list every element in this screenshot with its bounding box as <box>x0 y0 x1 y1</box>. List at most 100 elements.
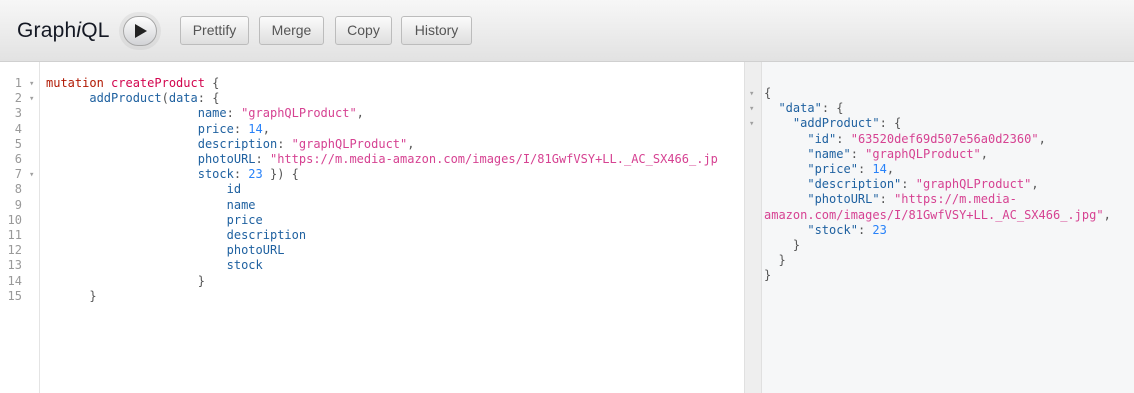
code-token: : <box>901 177 916 192</box>
app-title-prefix: Graph <box>17 19 77 42</box>
code-line: name <box>46 198 256 213</box>
code-token: createProduct <box>111 76 205 90</box>
code-line: description <box>46 228 306 243</box>
line-number: 6 <box>14 152 22 166</box>
code-token: "id" <box>807 131 837 146</box>
history-button[interactable]: History <box>401 16 472 45</box>
code-token: description <box>197 136 278 151</box>
code-token: "data" <box>778 101 822 116</box>
code-token: 14 <box>872 162 887 176</box>
code-token: "photoURL" <box>807 192 880 207</box>
pane-divider[interactable]: ▾ ▾ ▾ <box>744 62 762 393</box>
line-number: 1 <box>14 76 22 90</box>
code-token: } <box>792 238 801 252</box>
code-token: } <box>197 273 205 288</box>
copy-button[interactable]: Copy <box>335 16 392 45</box>
code-line: } <box>46 274 205 289</box>
code-line: price: 14, <box>46 122 270 137</box>
code-token: } <box>778 253 786 268</box>
code-token: "name" <box>807 146 851 161</box>
code-line: } <box>46 288 97 304</box>
fold-arrow-icon[interactable]: ▾ <box>29 168 34 183</box>
code-line: id <box>46 182 241 197</box>
code-line: "data": { <box>764 101 844 116</box>
fold-arrow-icon[interactable]: ▾ <box>749 87 754 102</box>
code-line: stock <box>46 258 263 273</box>
play-icon <box>135 24 147 38</box>
fold-arrow-icon[interactable]: ▾ <box>749 102 754 117</box>
app-title: GraphiQL <box>17 19 110 43</box>
line-number: 11 <box>7 228 22 242</box>
code-token: , <box>1038 131 1046 146</box>
code-line: photoURL: "https://m.media-amazon.com/im… <box>46 152 718 167</box>
fold-arrow-icon[interactable]: ▾ <box>29 77 34 92</box>
code-line: "addProduct": { <box>764 116 901 131</box>
code-line: } <box>764 238 800 253</box>
line-number: 7 <box>14 167 22 182</box>
fold-arrow-icon[interactable]: ▾ <box>749 117 754 132</box>
line-number: 14 <box>7 273 22 288</box>
code-line: "description": "graphQLProduct", <box>764 177 1039 192</box>
code-token: : <box>879 192 895 207</box>
code-line: addProduct(data: { <box>46 91 219 106</box>
toolbar: GraphiQL Prettify Merge Copy History <box>0 0 1134 62</box>
code-token: id <box>226 182 242 197</box>
code-token: : <box>277 136 292 151</box>
code-token: 14 <box>248 121 263 136</box>
code-line: photoURL <box>46 243 285 258</box>
code-token: { <box>204 76 220 90</box>
code-line: "price": 14, <box>764 162 894 177</box>
line-number: 4 <box>14 121 22 136</box>
code-token: "https://m.media- <box>894 192 1017 207</box>
code-token: : <box>857 162 873 176</box>
code-token: amazon.com/images/I/81GwfVSY+LL._AC_SX46… <box>764 207 1104 222</box>
prettify-button[interactable]: Prettify <box>180 16 249 45</box>
code-token: description <box>226 228 307 242</box>
code-token: , <box>356 106 364 121</box>
code-token: "graphQLProduct" <box>915 177 1032 192</box>
code-token: mutation <box>46 76 104 90</box>
code-token: "addProduct" <box>792 116 880 131</box>
code-token: "graphQLProduct" <box>865 146 981 161</box>
code-line: amazon.com/images/I/81GwfVSY+LL._AC_SX46… <box>764 208 1111 223</box>
code-line: { <box>764 86 771 101</box>
code-token: stock <box>226 258 263 273</box>
code-token: , <box>1031 177 1039 192</box>
execute-query-button[interactable] <box>123 16 157 46</box>
fold-arrow-icon[interactable]: ▾ <box>29 92 34 107</box>
code-token: price <box>226 212 263 227</box>
code-line: "stock": 23 <box>764 223 886 238</box>
code-token: : <box>233 121 249 136</box>
code-token: : { <box>879 116 902 131</box>
merge-button[interactable]: Merge <box>259 16 324 45</box>
code-token: photoURL <box>197 152 256 166</box>
code-token: : <box>233 167 249 182</box>
code-token: }) { <box>262 167 299 182</box>
code-token: : <box>836 131 851 146</box>
code-line: description: "graphQLProduct", <box>46 136 415 152</box>
code-line: "id": "63520def69d507e56a0d2360", <box>764 131 1046 147</box>
query-editor[interactable]: 1 2 3 4 5 6 7 8 9 10 11 12 13 14 15 ▾ ▾ ▾ mutation create… <box>0 62 744 393</box>
code-token: , <box>1103 207 1111 222</box>
code-token: } <box>764 268 772 283</box>
code-token: : { <box>821 101 844 116</box>
line-number: 3 <box>14 106 22 121</box>
code-token: data <box>168 91 198 106</box>
code-token: } <box>89 288 97 303</box>
